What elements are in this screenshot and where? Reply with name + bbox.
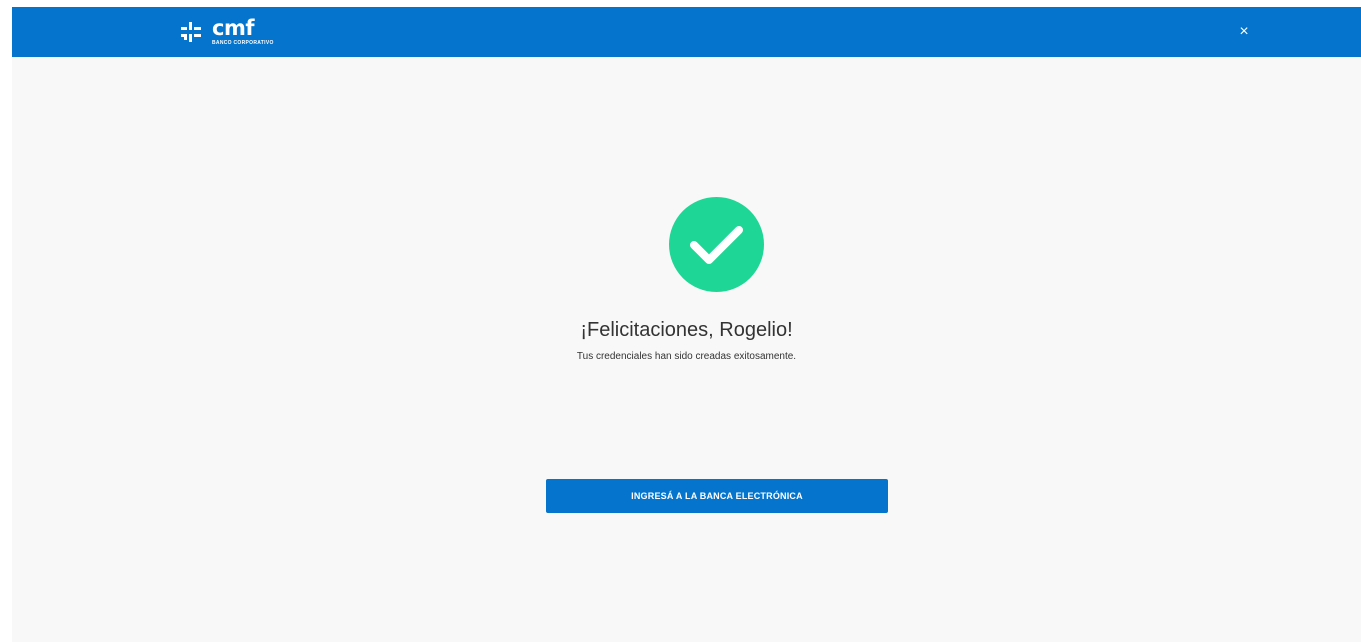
logo-wordmark: cmf [212,16,254,40]
close-button[interactable]: × [1234,22,1254,42]
page-title: ¡Felicitaciones, Rogelio! [580,319,793,341]
enter-online-banking-button[interactable]: INGRESÁ A LA BANCA ELECTRÓNICA [546,479,888,513]
close-icon: × [1239,23,1249,40]
logo-text: cmf BANCO CORPORATIVO [212,18,274,46]
top-bar: cmf BANCO CORPORATIVO × [12,7,1361,57]
success-page: cmf BANCO CORPORATIVO × ¡Felicitaciones,… [12,7,1361,642]
page-subtitle: Tus credenciales han sido creadas exitos… [576,351,797,362]
cmf-logo-mark-icon [181,22,201,42]
logo-subtitle: BANCO CORPORATIVO [212,40,274,46]
check-circle-icon [669,197,764,292]
brand-logo[interactable]: cmf BANCO CORPORATIVO [180,13,274,51]
